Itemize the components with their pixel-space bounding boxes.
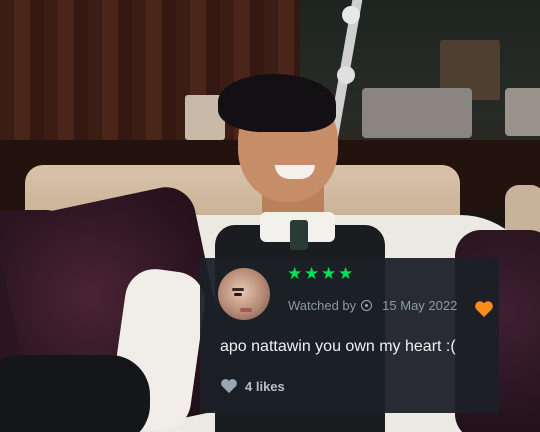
avatar-eye bbox=[234, 293, 242, 296]
avatar-lip bbox=[240, 308, 252, 312]
eye-icon bbox=[361, 300, 373, 311]
lamp-bulb bbox=[337, 66, 355, 84]
watched-label[interactable]: Watched by bbox=[288, 298, 356, 313]
avatar-brow bbox=[232, 288, 244, 291]
avatar[interactable] bbox=[218, 268, 270, 320]
star-icon: ★ bbox=[287, 264, 303, 283]
review-card: ★ ★ ★ ★ Watched by 15 May 2022 apo natta… bbox=[200, 258, 499, 413]
chair bbox=[505, 88, 540, 136]
likes-count: 4 likes bbox=[245, 378, 285, 394]
watched-date: 15 May 2022 bbox=[382, 298, 458, 313]
lamp-bulb bbox=[342, 6, 360, 24]
review-text: apo nattawin you own my heart :( bbox=[220, 338, 456, 355]
person-hair bbox=[218, 74, 336, 132]
like-heart-icon[interactable] bbox=[220, 378, 238, 394]
person-tie bbox=[290, 220, 308, 250]
star-icon: ★ bbox=[321, 264, 337, 283]
star-icon: ★ bbox=[304, 264, 320, 283]
star-icon: ★ bbox=[338, 264, 354, 283]
foreground-shadow bbox=[0, 355, 150, 432]
likes-row[interactable]: 4 likes bbox=[220, 378, 285, 394]
heart-icon bbox=[475, 301, 493, 317]
review-meta: Watched by 15 May 2022 bbox=[288, 298, 457, 313]
star-rating: ★ ★ ★ ★ bbox=[287, 264, 354, 286]
chair bbox=[362, 88, 472, 138]
